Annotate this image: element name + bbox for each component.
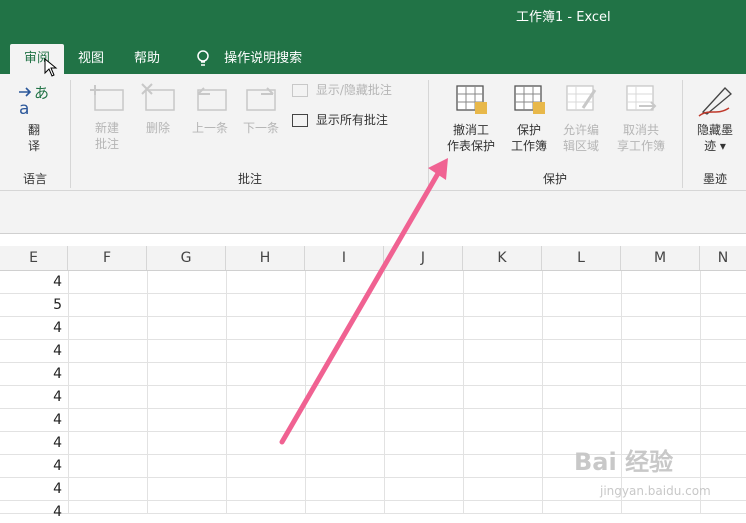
- column-header-k[interactable]: K: [463, 246, 542, 270]
- cell-e[interactable]: 4: [0, 386, 68, 408]
- title-bar: 工作簿1 - Excel 审阅 视图 帮助 操作说明搜索: [0, 0, 746, 74]
- show-hide-comment-label: 显示/隐藏批注: [315, 83, 392, 97]
- next-comment-button[interactable]: 下一条: [236, 82, 286, 136]
- unshare-workbook-button[interactable]: 取消共 享工作簿: [610, 82, 672, 154]
- protect-workbook-icon: [514, 85, 545, 114]
- previous-comment-label: 上一条: [191, 121, 228, 135]
- show-all-comments-icon: [292, 114, 308, 127]
- allow-edit-ranges-button[interactable]: 允许编 辑区域: [556, 82, 606, 154]
- cell-e[interactable]: 4: [0, 363, 68, 385]
- group-ink-label: 墨迹: [702, 172, 727, 186]
- separator: [428, 80, 429, 188]
- allow-edit-ranges-icon: [566, 85, 597, 111]
- column-header-f[interactable]: F: [68, 246, 147, 270]
- column-header-i[interactable]: I: [305, 246, 384, 270]
- window-title: 工作簿1 - Excel: [516, 10, 611, 25]
- allow-edit-ranges-label-2: 辑区域: [562, 139, 599, 153]
- column-header-e[interactable]: E: [0, 246, 68, 270]
- show-all-comments-label: 显示所有批注: [315, 113, 388, 127]
- protect-workbook-button[interactable]: 保护 工作簿: [504, 82, 554, 154]
- delete-comment-label: 删除: [145, 121, 170, 135]
- show-hide-comment-button[interactable]: 显示/隐藏批注: [292, 82, 416, 98]
- column-header-row: E F G H I J K L M N: [0, 246, 746, 271]
- new-comment-icon: [90, 85, 124, 111]
- tab-view[interactable]: 视图: [78, 44, 104, 74]
- cell-e[interactable]: 4: [0, 271, 68, 293]
- column-header-g[interactable]: G: [147, 246, 226, 270]
- column-header-n[interactable]: N: [700, 246, 746, 270]
- hide-ink-label-1: 隐藏墨: [696, 123, 733, 137]
- cell-e[interactable]: 4: [0, 409, 68, 431]
- delete-comment-button[interactable]: 删除: [136, 82, 180, 136]
- unprotect-sheet-label-1: 撤消工: [452, 123, 489, 137]
- show-all-comments-button[interactable]: 显示所有批注: [292, 112, 416, 128]
- show-hide-comment-icon: [292, 84, 308, 97]
- translate-label-2: 译: [27, 139, 40, 153]
- lightbulb-icon: [197, 49, 209, 66]
- tab-help[interactable]: 帮助: [134, 44, 160, 74]
- protect-workbook-label-1: 保护: [516, 123, 541, 137]
- new-comment-label-1: 新建: [94, 121, 119, 135]
- translate-label-1: 翻: [27, 123, 40, 137]
- group-protect-label: 保护: [542, 172, 567, 186]
- svg-text:あ: あ: [34, 84, 49, 102]
- ribbon: あ a 翻 译 语言 新建 批注 删除 上一条 下一条 显示/隐藏批注 显示所有…: [0, 74, 746, 191]
- separator: [70, 80, 71, 188]
- translate-button[interactable]: あ a 翻 译: [14, 82, 54, 154]
- next-comment-label: 下一条: [242, 121, 279, 135]
- cursor-icon: [44, 58, 58, 77]
- column-header-h[interactable]: H: [226, 246, 305, 270]
- hide-ink-button[interactable]: 隐藏墨 迹 ▾: [690, 82, 740, 154]
- tell-me-search[interactable]: 操作说明搜索: [196, 44, 302, 74]
- unshare-workbook-icon: [626, 85, 657, 111]
- allow-edit-ranges-label-1: 允许编: [562, 123, 599, 137]
- table-row: 4: [0, 363, 746, 386]
- unprotect-sheet-button[interactable]: 撤消工 作表保护: [440, 82, 502, 154]
- hide-ink-icon: [698, 87, 732, 117]
- previous-comment-button[interactable]: 上一条: [186, 82, 234, 136]
- column-header-l[interactable]: L: [542, 246, 621, 270]
- sheet-grid: 4 5 4 4 4 4 4 4 4 4 4: [0, 271, 746, 520]
- cell-e[interactable]: 5: [0, 294, 68, 316]
- new-comment-label-2: 批注: [94, 137, 119, 151]
- unprotect-sheet-label-2: 作表保护: [446, 139, 495, 153]
- divider: [0, 233, 746, 234]
- previous-comment-icon: [197, 87, 227, 111]
- next-comment-icon: [246, 87, 276, 111]
- protect-workbook-label-2: 工作簿: [510, 139, 547, 153]
- unshare-workbook-label-1: 取消共: [622, 123, 659, 137]
- cell-e[interactable]: 4: [0, 455, 68, 477]
- hide-ink-label-2: 迹 ▾: [704, 139, 726, 153]
- table-row: 4: [0, 409, 746, 432]
- unshare-workbook-label-2: 享工作簿: [616, 139, 665, 153]
- watermark: Bai 经验: [574, 448, 674, 476]
- table-row: 4: [0, 340, 746, 363]
- table-row: 4: [0, 317, 746, 340]
- cell-e[interactable]: 4: [0, 501, 68, 523]
- cell-e[interactable]: 4: [0, 340, 68, 362]
- column-header-j[interactable]: J: [384, 246, 463, 270]
- group-comments-label: 批注: [237, 172, 262, 186]
- unprotect-sheet-icon: [456, 85, 487, 114]
- formula-bar-area: [0, 191, 746, 233]
- group-language-label: 语言: [22, 172, 47, 186]
- delete-comment-icon: [141, 83, 175, 111]
- new-comment-button[interactable]: 新建 批注: [84, 82, 130, 152]
- cell-e[interactable]: 4: [0, 317, 68, 339]
- watermark-url: jingyan.baidu.com: [600, 484, 711, 498]
- translate-icon: あ a: [19, 84, 49, 119]
- cell-e[interactable]: 4: [0, 432, 68, 454]
- tell-me-label: 操作说明搜索: [224, 51, 303, 66]
- table-row: 4: [0, 501, 746, 520]
- table-row: 4: [0, 386, 746, 409]
- cell-e[interactable]: 4: [0, 478, 68, 500]
- svg-text:a: a: [19, 99, 29, 118]
- table-row: 4: [0, 271, 746, 294]
- table-row: 5: [0, 294, 746, 317]
- separator: [682, 80, 683, 188]
- column-header-m[interactable]: M: [621, 246, 700, 270]
